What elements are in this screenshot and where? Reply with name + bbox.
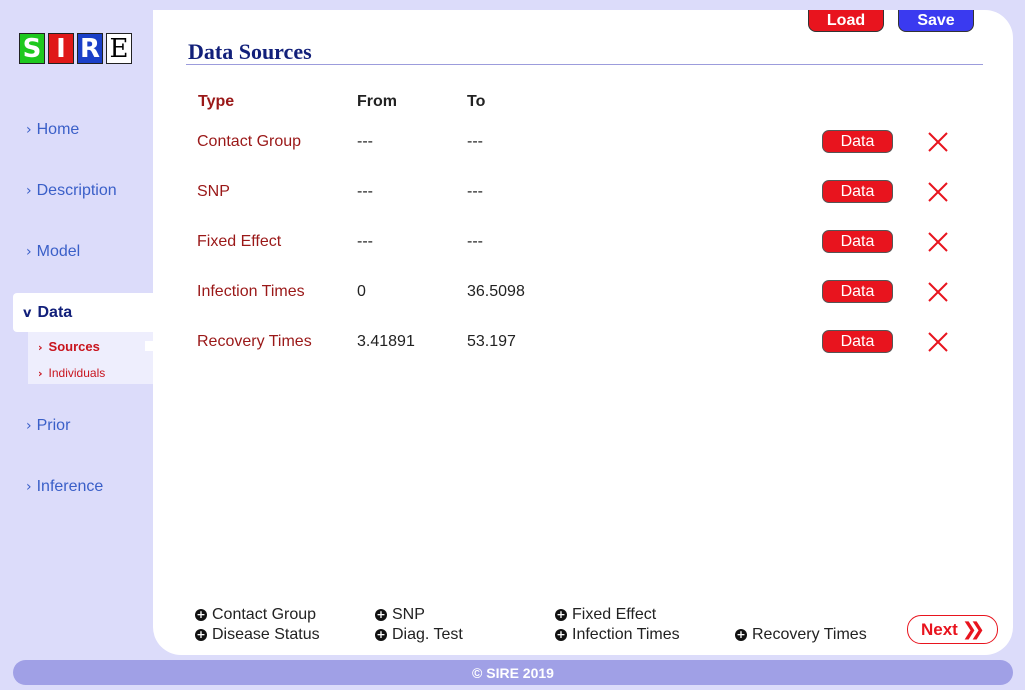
row-type: Contact Group: [197, 133, 302, 150]
column-header-type: Type: [198, 93, 235, 110]
delete-icon[interactable]: [927, 331, 949, 353]
row-to: ---: [467, 183, 483, 200]
page-title: Data Sources: [188, 39, 312, 64]
logo-letter-s: S: [19, 33, 45, 64]
nav-item-label: Prior: [36, 417, 71, 434]
add-source-label: SNP: [392, 606, 425, 623]
next-button[interactable]: Next ❯❯: [907, 615, 998, 644]
add-infection-times-button[interactable]: + Infection Times: [555, 626, 680, 644]
row-to: ---: [467, 133, 483, 150]
logo-letter-i: I: [48, 33, 74, 64]
add-source-label: Recovery Times: [752, 626, 867, 643]
save-button[interactable]: Save: [898, 10, 974, 32]
data-button[interactable]: Data: [822, 330, 893, 353]
row-to: ---: [467, 233, 483, 250]
logo-letter-e: E: [106, 33, 132, 64]
row-type: Infection Times: [197, 283, 305, 300]
row-from: ---: [357, 233, 373, 250]
add-source-label: Fixed Effect: [572, 606, 657, 623]
add-snp-button[interactable]: + SNP: [375, 606, 425, 624]
chevron-right-icon: ›: [26, 418, 32, 434]
footer: © SIRE 2019: [13, 660, 1013, 685]
plus-circle-icon: +: [375, 628, 387, 641]
add-contact-group-button[interactable]: + Contact Group: [195, 606, 316, 624]
logo-letter-r: R: [77, 33, 103, 64]
plus-circle-icon: +: [195, 628, 207, 641]
subnav-item-individuals[interactable]: › Individuals: [38, 366, 105, 380]
delete-icon[interactable]: [927, 181, 949, 203]
row-from: 0: [357, 283, 366, 300]
plus-circle-icon: +: [555, 608, 567, 621]
delete-icon[interactable]: [927, 231, 949, 253]
table-row: Contact Group --- --- Data: [0, 130, 1025, 161]
nav-item-prior[interactable]: › Prior: [26, 417, 70, 435]
data-button[interactable]: Data: [822, 280, 893, 303]
row-to: 36.5098: [467, 283, 525, 300]
delete-icon[interactable]: [927, 281, 949, 303]
plus-circle-icon: +: [375, 608, 387, 621]
table-row: SNP --- --- Data: [0, 180, 1025, 211]
plus-circle-icon: +: [555, 628, 567, 641]
column-header-to: To: [467, 93, 486, 110]
nav-item-inference[interactable]: › Inference: [26, 478, 103, 496]
table-row: Fixed Effect --- --- Data: [0, 230, 1025, 261]
plus-circle-icon: +: [735, 628, 747, 641]
double-chevron-right-icon: ❯❯: [961, 619, 985, 640]
table-row: Infection Times 0 36.5098 Data: [0, 280, 1025, 311]
table-row: Recovery Times 3.41891 53.197 Data: [0, 330, 1025, 361]
row-to: 53.197: [467, 333, 516, 350]
data-button[interactable]: Data: [822, 230, 893, 253]
row-type: Recovery Times: [197, 333, 312, 350]
title-divider: [186, 64, 983, 65]
plus-circle-icon: +: [195, 608, 207, 621]
row-from: ---: [357, 133, 373, 150]
row-type: Fixed Effect: [197, 233, 282, 250]
add-source-label: Contact Group: [212, 606, 317, 623]
add-diag-test-button[interactable]: + Diag. Test: [375, 626, 463, 644]
subnav-item-label: Individuals: [48, 366, 106, 380]
sire-logo: S I R E: [19, 33, 132, 64]
next-label: Next: [920, 619, 958, 639]
add-recovery-times-button[interactable]: + Recovery Times: [735, 626, 867, 644]
data-button[interactable]: Data: [822, 180, 893, 203]
delete-icon[interactable]: [927, 131, 949, 153]
data-button[interactable]: Data: [822, 130, 893, 153]
add-disease-status-button[interactable]: + Disease Status: [195, 626, 320, 644]
nav-item-label: Inference: [36, 478, 104, 495]
row-from: ---: [357, 183, 373, 200]
row-type: SNP: [197, 183, 230, 200]
column-header-from: From: [357, 93, 397, 110]
add-source-label: Infection Times: [572, 626, 680, 643]
load-button[interactable]: Load: [808, 10, 884, 32]
add-source-label: Disease Status: [212, 626, 320, 643]
add-source-label: Diag. Test: [392, 626, 463, 643]
chevron-right-icon: ›: [26, 479, 32, 495]
chevron-right-icon: ›: [38, 367, 43, 380]
add-fixed-effect-button[interactable]: + Fixed Effect: [555, 606, 656, 624]
row-from: 3.41891: [357, 333, 415, 350]
